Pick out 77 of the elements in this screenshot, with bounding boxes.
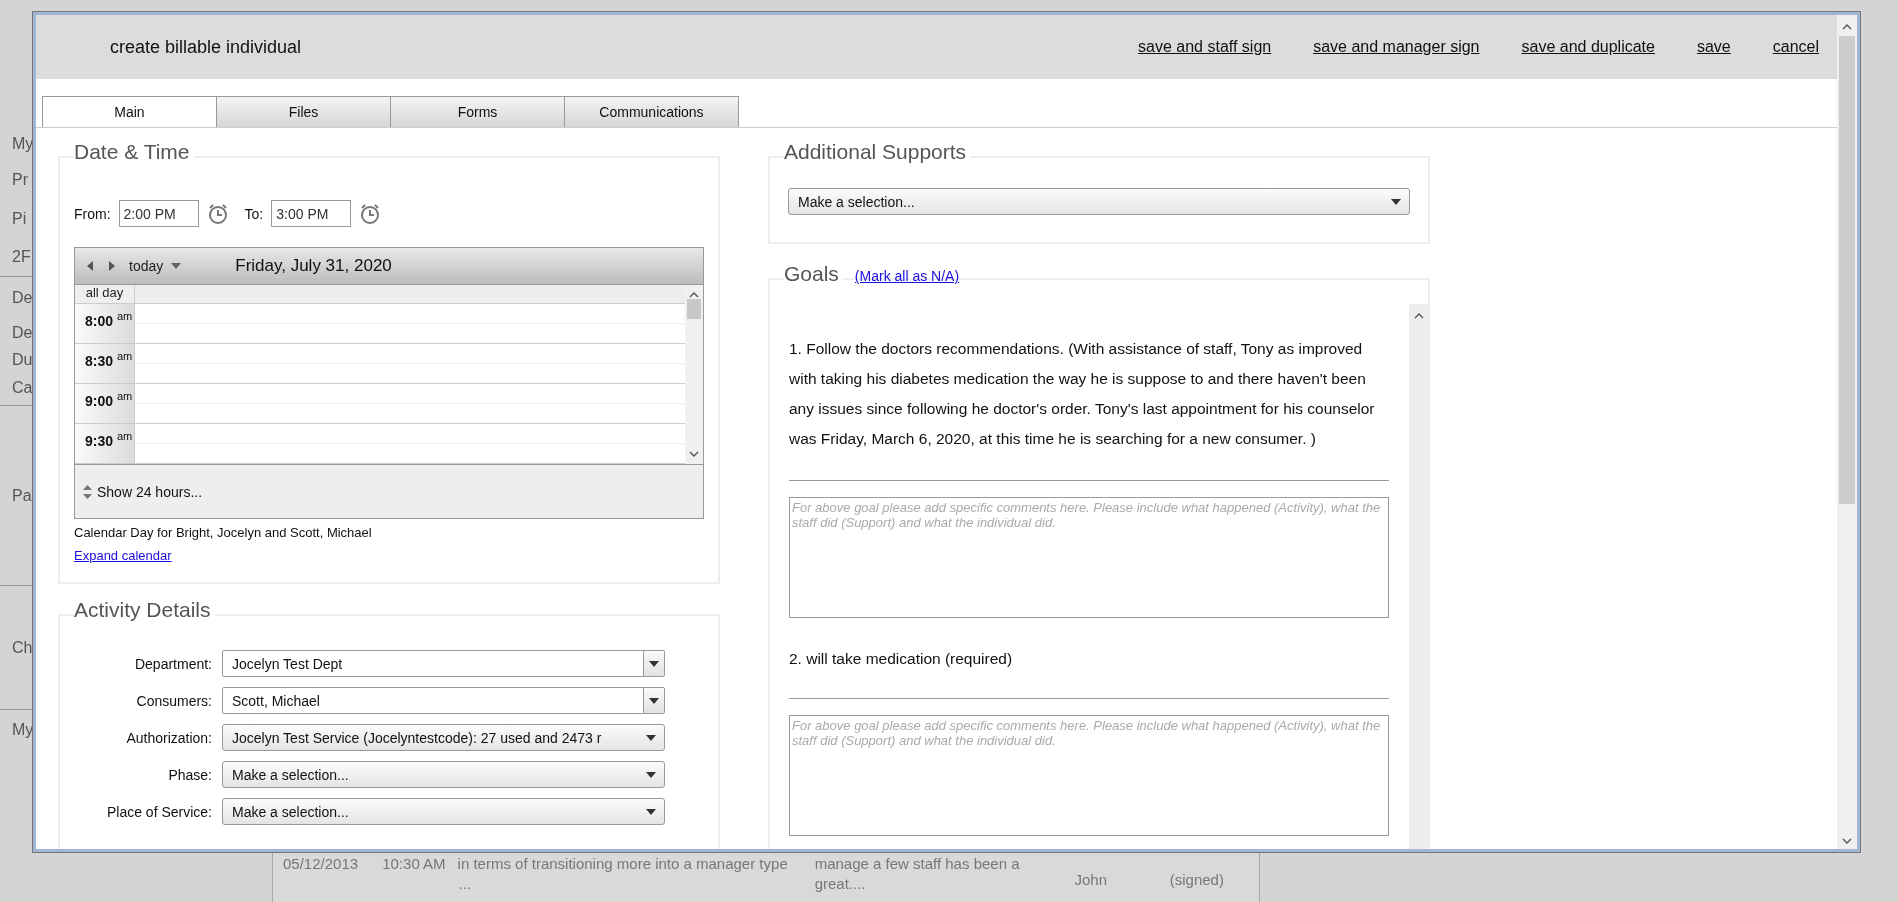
today-button[interactable]: today [129, 258, 164, 274]
field-label: Department: [133, 655, 213, 672]
menu-item[interactable]: Pr [0, 160, 34, 200]
time-label: 8:00 $^{am}$ [75, 304, 135, 343]
dropdown-arrow-icon [1391, 198, 1401, 205]
scrollbar[interactable] [1409, 304, 1428, 849]
dropdown-arrow-icon [646, 734, 656, 741]
goal-text: 2. will take medication (required) [789, 649, 1014, 669]
scroll-thumb[interactable] [1839, 36, 1855, 504]
field-label: Authorization: [125, 729, 213, 746]
scrollbar[interactable] [685, 285, 703, 464]
time-label: 9:00 $^{am}$ [75, 384, 135, 423]
time-label: 9:30 $^{am}$ [75, 424, 135, 463]
expand-calendar-link[interactable]: Expand calendar [74, 548, 172, 563]
combo-field[interactable]: Jocelyn Test Dept [222, 650, 665, 677]
caret-icon[interactable] [171, 263, 182, 269]
time-field[interactable]: 3:00 PM [271, 200, 352, 227]
table-cell-text: great.... [814, 874, 867, 894]
dropdown-arrow-icon [649, 697, 659, 704]
action-link[interactable]: save and duplicate [1521, 38, 1655, 56]
calendar-date: Friday, July 31, 2020 [235, 256, 392, 276]
dropdown-arrow-icon [646, 808, 656, 815]
table-cell-text: 10:30 AM [382, 854, 447, 874]
select-field[interactable]: Make a selection... [222, 761, 665, 788]
tab[interactable]: Files [216, 96, 391, 127]
alarm-clock-icon[interactable] [206, 202, 229, 225]
calendar-caption: Calendar Day for Bright, Jocelyn and Scott, Michael [74, 525, 373, 540]
tab[interactable]: Main [42, 96, 217, 127]
show-hours-link[interactable]: Show 24 hours... [97, 483, 203, 500]
table-cell-text: in terms of transitioning more into a manager type [457, 854, 789, 874]
scroll-thumb[interactable] [687, 299, 701, 319]
menu-item[interactable]: My [0, 128, 34, 160]
menu-item[interactable]: Pi [0, 200, 34, 238]
field-label: Phase: [167, 766, 213, 783]
dropdown-arrow-icon [646, 771, 656, 778]
menu-item[interactable]: De [0, 318, 34, 348]
action-link[interactable]: save and manager sign [1313, 38, 1480, 56]
alarm-clock-icon[interactable] [359, 202, 382, 225]
comment-field[interactable]: For above goal please add specific comments here. Please include what happened (Activity), what the staff did (Support) and what the individual did. [789, 497, 1389, 618]
mark-all-link[interactable]: (Mark all as N/A) [854, 268, 960, 284]
scrollbar[interactable] [1837, 15, 1857, 849]
scroll-up-icon[interactable] [1842, 23, 1852, 30]
expand-icon[interactable] [83, 484, 92, 499]
tab[interactable]: Communications [564, 96, 739, 127]
action-link[interactable]: save and staff sign [1138, 38, 1272, 56]
time-label: 8:30 $^{am}$ [75, 344, 135, 383]
combo-field[interactable]: Scott, Michael [222, 687, 665, 714]
select-field[interactable]: Make a selection... [788, 188, 1410, 215]
select-field[interactable]: Jocelyn Test Service (Jocelyntestcode): 27 used and 2473 r [222, 724, 665, 751]
field-label: Consumers: [135, 692, 213, 709]
field-label: Place of Service: [105, 803, 213, 820]
action-link[interactable]: save [1696, 38, 1731, 56]
scroll-down-icon[interactable] [689, 451, 699, 458]
menu-item[interactable]: 2F [0, 238, 34, 276]
table-cell-text: 05/12/2013 [283, 854, 360, 874]
menu-item[interactable]: Du [0, 348, 34, 371]
table-cell-text: ... [457, 874, 473, 894]
table-cell-text: John [1074, 870, 1109, 890]
comment-field[interactable]: For above goal please add specific comments here. Please include what happened (Activity), what the staff did (Support) and what the individual did. [789, 715, 1389, 836]
field-label: From: [74, 205, 111, 222]
next-icon[interactable] [109, 261, 115, 271]
action-link[interactable]: cancel [1772, 38, 1819, 56]
goal-text: 1. Follow the doctors recommendations. (With assistance of staff, Tony as improved with taking his diabetes medication the way he is suppose to and there haven't been any issues since following he doctor's order. Tony's last appointment for his counselor was Friday, March 6, 2020, at this time he is searching for a new consumer. ) [789, 339, 1376, 449]
scroll-up-icon[interactable] [689, 291, 699, 298]
time-field[interactable]: 2:00 PM [118, 200, 199, 227]
dialog-title: create billable individual [110, 36, 303, 58]
tab[interactable]: Forms [390, 96, 565, 127]
previous-icon[interactable] [87, 261, 93, 271]
field-label: To: [244, 205, 264, 222]
table-cell-text: manage a few staff has been a [814, 854, 1021, 874]
all-day-label: all day [75, 285, 135, 303]
scroll-up-icon[interactable] [1413, 312, 1424, 319]
select-field[interactable]: Make a selection... [222, 798, 665, 825]
scroll-down-icon[interactable] [1842, 838, 1852, 845]
table-cell-text: (signed) [1169, 870, 1225, 890]
menu-item[interactable]: Ca [0, 371, 34, 405]
dropdown-arrow-icon [649, 660, 659, 667]
